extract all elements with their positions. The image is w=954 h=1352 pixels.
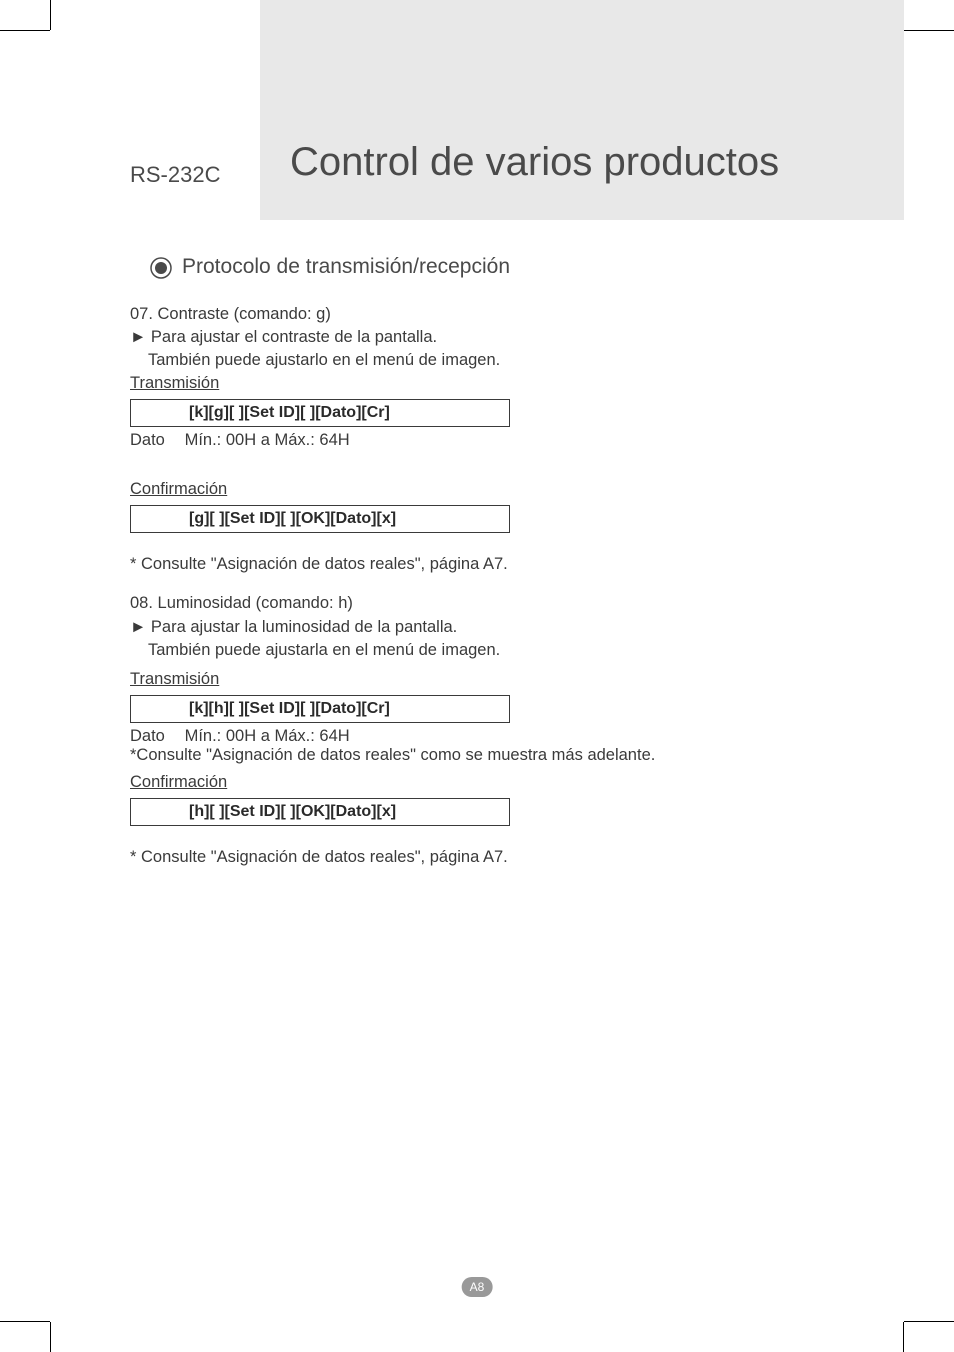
cmd07-heading: 07. Contraste (comando: g)	[130, 303, 864, 326]
crop-mark	[0, 1321, 50, 1322]
cmd07-note: * Consulte "Asignación de datos reales",…	[130, 555, 864, 574]
cmd08-conf-code: [h][ ][Set ID][ ][OK][Dato][x]	[189, 803, 501, 821]
header-label: RS-232C	[130, 162, 220, 188]
section-title: Protocolo de transmisión/recepción	[182, 255, 510, 279]
cmd07-desc1: ► Para ajustar el contraste de la pantal…	[130, 326, 864, 349]
cmd07-dato-line: Dato Mín.: 00H a Máx.: 64H	[130, 431, 864, 450]
cmd08-heading: 08. Luminosidad (comando: h)	[130, 592, 864, 615]
bullet-circle-icon	[150, 257, 172, 279]
content-area: Protocolo de transmisión/recepción 07. C…	[130, 255, 864, 867]
cmd08-trans-label: Transmisión	[130, 668, 864, 691]
crop-mark	[904, 1321, 954, 1322]
cmd07-conf-label: Confirmación	[130, 478, 864, 501]
cmd07-dato-value: Mín.: 00H a Máx.: 64H	[185, 431, 350, 449]
cmd08-note: * Consulte "Asignación de datos reales",…	[130, 848, 864, 867]
crop-mark	[0, 30, 50, 31]
cmd08-conf-label: Confirmación	[130, 771, 864, 794]
cmd08-dato-label: Dato	[130, 727, 180, 746]
cmd07-trans-code: [k][g][ ][Set ID][ ][Dato][Cr]	[189, 404, 501, 422]
section-header: Protocolo de transmisión/recepción	[150, 255, 864, 279]
cmd07-trans-code-box: [k][g][ ][Set ID][ ][Dato][Cr]	[130, 399, 510, 427]
cmd08-trans-code: [k][h][ ][Set ID][ ][Dato][Cr]	[189, 700, 501, 718]
crop-mark	[50, 0, 51, 30]
crop-mark	[904, 30, 954, 31]
cmd07-trans-label: Transmisión	[130, 372, 864, 395]
cmd07-desc2: También puede ajustarlo en el menú de im…	[148, 349, 864, 372]
cmd08-desc2: También puede ajustarla en el menú de im…	[148, 639, 864, 662]
cmd08-conf-code-box: [h][ ][Set ID][ ][OK][Dato][x]	[130, 798, 510, 826]
cmd07-dato-label: Dato	[130, 431, 180, 450]
crop-mark	[903, 1322, 904, 1352]
cmd08-trans-code-box: [k][h][ ][Set ID][ ][Dato][Cr]	[130, 695, 510, 723]
cmd07-conf-code: [g][ ][Set ID][ ][OK][Dato][x]	[189, 510, 501, 528]
cmd07-conf-code-box: [g][ ][Set ID][ ][OK][Dato][x]	[130, 505, 510, 533]
header-banner	[260, 0, 904, 220]
cmd08-note-inline: *Consulte "Asignación de datos reales" c…	[130, 746, 864, 765]
header-title: Control de varios productos	[290, 140, 779, 185]
cmd08-dato-line: Dato Mín.: 00H a Máx.: 64H	[130, 727, 864, 746]
page-number: A8	[462, 1277, 493, 1297]
crop-mark	[50, 1322, 51, 1352]
cmd08-desc1: ► Para ajustar la luminosidad de la pant…	[130, 616, 864, 639]
cmd08-dato-value: Mín.: 00H a Máx.: 64H	[185, 727, 350, 745]
